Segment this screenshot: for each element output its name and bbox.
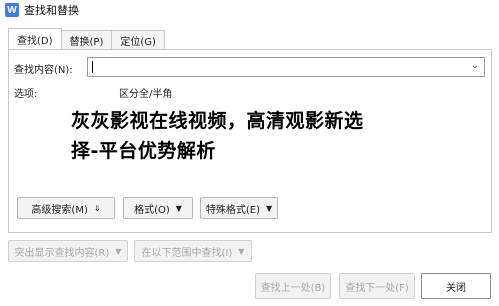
wps-writer-icon: W: [5, 3, 19, 17]
dropdown-arrow-icon: ▼: [238, 246, 245, 256]
find-what-input[interactable]: ⌄: [87, 57, 485, 77]
find-next-button[interactable]: 查找下一处(F): [339, 273, 415, 299]
tab-strip: 查找(D) 替换(P) 定位(G): [8, 28, 165, 50]
find-previous-button[interactable]: 查找上一处(B): [255, 273, 331, 299]
find-in-label: 在以下范围中查找(I): [141, 247, 233, 259]
find-tab-panel: 查找内容(N): ⌄ 选项: 区分全/半角 灰灰影视在线视频，高清观影新选 择-…: [8, 49, 492, 233]
advanced-search-label: 高级搜索(M): [31, 204, 88, 216]
highlight-found-button[interactable]: 突出显示查找内容(R) ▼: [8, 240, 128, 262]
options-value: 区分全/半角: [119, 89, 173, 100]
special-format-label: 特殊格式(E): [205, 204, 260, 216]
format-label: 格式(O): [134, 204, 170, 216]
find-what-label: 查找内容(N):: [14, 65, 73, 76]
options-label: 选项:: [14, 89, 38, 100]
dropdown-arrow-icon: ▼: [175, 203, 182, 213]
overlay-headline: 灰灰影视在线视频，高清观影新选 择-平台优势解析: [71, 106, 491, 166]
highlight-found-label: 突出显示查找内容(R): [14, 247, 110, 259]
tab-goto[interactable]: 定位(G): [111, 30, 165, 49]
chevron-double-down-icon: ⇓: [93, 203, 101, 213]
advanced-search-button[interactable]: 高级搜索(M) ⇓: [17, 197, 115, 219]
text-cursor: [92, 61, 93, 73]
dropdown-arrow-icon: ▼: [115, 246, 122, 256]
dropdown-arrow-icon: ▼: [265, 203, 273, 213]
special-format-button[interactable]: 特殊格式(E) ▼: [200, 197, 278, 219]
tab-find[interactable]: 查找(D): [8, 28, 62, 49]
title-bar: W 查找和替换: [0, 0, 499, 20]
format-button[interactable]: 格式(O) ▼: [123, 197, 193, 219]
chevron-down-icon[interactable]: ⌄: [471, 60, 479, 71]
close-button[interactable]: 关闭: [421, 273, 491, 299]
find-replace-dialog: W 查找和替换 查找(D) 替换(P) 定位(G) 查找内容(N): ⌄ 选项:…: [0, 0, 499, 306]
overlay-line-1: 灰灰影视在线视频，高清观影新选: [71, 110, 364, 132]
find-in-button[interactable]: 在以下范围中查找(I) ▼: [134, 240, 252, 262]
overlay-line-2: 择-平台优势解析: [71, 140, 216, 162]
tab-replace[interactable]: 替换(P): [60, 30, 113, 49]
window-title: 查找和替换: [24, 4, 79, 17]
